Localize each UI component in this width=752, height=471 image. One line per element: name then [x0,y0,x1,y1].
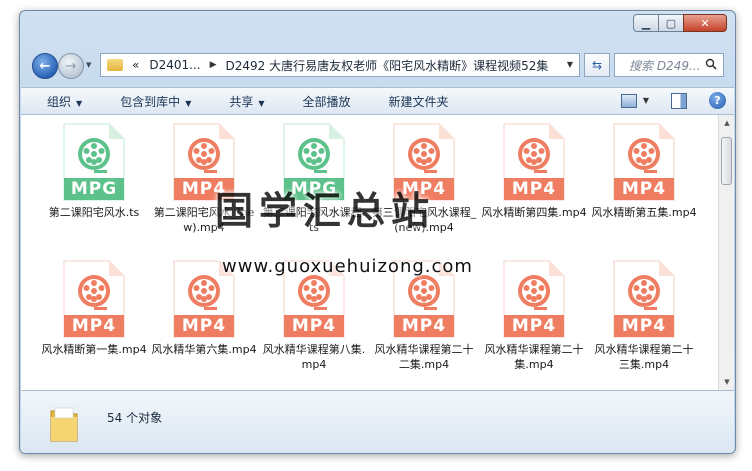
scroll-thumb[interactable] [721,137,732,185]
navigation-row: ← → ▼ « D2401... ▶ D2492 大唐行易唐友权老师《阳宅风水精… [28,51,727,81]
file-item[interactable]: MP4 风水精华课程第二十三集.mp4 [591,260,697,390]
help-icon: ? [714,94,721,107]
minimize-icon: ▁ [641,16,651,30]
command-bar: 组织 ▼ 包含到库中 ▼ 共享 ▼ 全部播放 新建文件夹 ▼ ? [21,87,734,115]
play-all-label: 全部播放 [302,94,351,109]
caret-down-icon: ▼ [76,98,83,108]
folder-icon [107,59,123,71]
address-dropdown-button[interactable]: ▼ [567,60,573,69]
folder-icon [50,407,78,442]
arrow-left-icon: ← [39,58,51,74]
play-all-button[interactable]: 全部播放 [279,93,365,110]
search-input[interactable]: 搜索 D249... [614,53,724,77]
file-type-badge: MP4 [291,316,337,336]
file-item[interactable]: MP4 风水精华课程第八集.mp4 [261,260,367,390]
include-in-library-menu[interactable]: 包含到库中 ▼ [96,93,205,110]
breadcrumb-parent[interactable]: D2401... [144,58,205,72]
title-bar: ▁ ▢ ✕ [20,11,735,45]
forward-button[interactable]: → [58,53,84,79]
file-name: 风水精断第一集.mp4 [41,343,147,356]
help-button[interactable]: ? [709,92,726,109]
share-label: 共享 [229,94,254,109]
chevron-right-icon[interactable]: ▶ [206,60,221,70]
watermark-title: 国学汇总站 [215,189,436,233]
file-item[interactable]: MPG 第二课阳宅风水.ts [41,123,147,253]
close-button[interactable]: ✕ [683,14,727,32]
refresh-icon: ⇆ [591,58,603,72]
watermark-url: www.guoxuehuizong.com [222,256,473,277]
search-icon [705,58,717,70]
file-name: 第二课阳宅风水.ts [48,206,140,219]
file-name: 风水精华课程第二十二集.mp4 [374,343,474,371]
maximize-button[interactable]: ▢ [658,14,684,32]
file-item[interactable]: MP4 风水精华课程第二十二集.mp4 [371,260,477,390]
file-name: 风水精华课程第八集.mp4 [262,343,366,371]
include-library-label: 包含到库中 [120,94,181,109]
file-list-area: MPG 第二课阳宅风水.ts MP4 第二课阳宅风水_(new).mp4 MPG 第三课阳… [21,115,734,390]
search-placeholder: 搜索 D249... [629,58,701,73]
file-type-badge: MP4 [511,316,557,336]
file-name: 风水精断第五集.mp4 [591,206,697,219]
item-count: 54 个对象 [107,411,163,425]
new-folder-label: 新建文件夹 [388,94,449,109]
address-overflow[interactable]: « [127,58,144,72]
file-type-badge: MP4 [511,179,557,199]
view-dropdown-button[interactable]: ▼ [643,96,649,105]
caret-down-icon: ▼ [185,98,192,108]
scroll-up-icon[interactable]: ▲ [719,115,735,131]
details-pane: 54 个对象 [21,390,734,453]
minimize-button[interactable]: ▁ [633,14,659,32]
file-name: 风水精华课程第二十集.mp4 [484,343,584,371]
new-folder-button[interactable]: 新建文件夹 [365,93,463,110]
close-icon: ✕ [700,16,710,30]
vertical-scrollbar[interactable]: ▲ ▼ [718,115,734,390]
file-name: 风水精华第六集.mp4 [151,343,257,356]
file-name: 风水精断第四集.mp4 [481,206,587,219]
file-type-badge: MP4 [621,179,667,199]
file-item[interactable]: MP4 风水精断第五集.mp4 [591,123,697,253]
file-item[interactable]: MP4 风水精华课程第二十集.mp4 [481,260,587,390]
file-item[interactable]: MP4 风水精断第四集.mp4 [481,123,587,253]
refresh-button[interactable]: ⇆ [584,53,610,77]
window-controls: ▁ ▢ ✕ [633,14,727,32]
address-bar[interactable]: « D2401... ▶ D2492 大唐行易唐友权老师《阳宅风水精断》课程视频… [100,53,580,77]
scroll-down-icon[interactable]: ▼ [719,374,735,390]
file-type-badge: MPG [70,179,118,199]
file-type-badge: MP4 [71,316,117,336]
caret-down-icon: ▼ [258,98,265,108]
back-button[interactable]: ← [32,53,58,79]
file-type-badge: MP4 [621,316,667,336]
file-item[interactable]: MP4 风水精断第一集.mp4 [41,260,147,390]
toolbar-right: ▼ ? [620,92,726,109]
file-type-badge: MP4 [181,316,227,336]
file-type-badge: MP4 [401,316,447,336]
share-menu[interactable]: 共享 ▼ [205,93,278,110]
view-options-icon[interactable] [620,93,637,108]
arrow-right-icon: → [65,58,77,74]
organize-label: 组织 [47,94,72,109]
file-item[interactable]: MP4 风水精华第六集.mp4 [151,260,257,390]
file-name: 风水精华课程第二十三集.mp4 [594,343,694,371]
maximize-icon: ▢ [665,16,677,30]
breadcrumb-current[interactable]: D2492 大唐行易唐友权老师《阳宅风水精断》课程视频52集 [221,57,554,74]
preview-pane-icon[interactable] [671,92,687,109]
recent-pages-dropdown[interactable]: ▼ [86,61,91,69]
organize-menu[interactable]: 组织 ▼ [21,93,96,110]
